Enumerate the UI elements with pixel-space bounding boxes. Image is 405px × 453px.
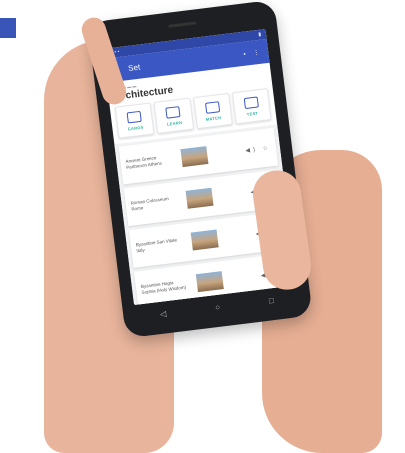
mode-match-button[interactable]: MATCH bbox=[192, 92, 233, 130]
more-icon[interactable]: ▪ ⋮ bbox=[243, 48, 262, 57]
speaker-icon[interactable]: ◀) bbox=[245, 146, 258, 153]
term-name: Ancient Greece Parthenon Athens bbox=[125, 155, 163, 170]
learn-icon bbox=[165, 105, 181, 119]
term-image bbox=[190, 229, 219, 251]
star-icon[interactable]: ☆ bbox=[262, 145, 271, 152]
term-name: Byzantine San Vitale Italy bbox=[135, 237, 178, 254]
mode-label: LEARN bbox=[166, 119, 183, 127]
term-name: Byzantine Hagia Sophia (Holy Wisdom) bbox=[140, 280, 187, 296]
match-icon bbox=[204, 100, 220, 114]
term-name: Roman Colosseum Rome bbox=[130, 196, 169, 212]
mode-cards-button[interactable]: CARDS bbox=[114, 102, 155, 139]
battery-icon: ▮ bbox=[257, 31, 262, 38]
cards-icon bbox=[126, 110, 142, 123]
mode-test-button[interactable]: TEST bbox=[231, 88, 272, 125]
term-image bbox=[185, 187, 214, 209]
mode-learn-button[interactable]: LEARN bbox=[153, 97, 194, 134]
back-triangle-icon[interactable]: ◁ bbox=[160, 309, 167, 319]
mode-label: CARDS bbox=[127, 124, 144, 131]
term-image bbox=[180, 146, 209, 168]
recents-square-icon[interactable]: □ bbox=[268, 296, 274, 306]
home-circle-icon[interactable]: ○ bbox=[215, 302, 221, 312]
photo-scene: • • • • ▮ ← Set ▪ ⋮ ▬ ▬ ● ▬ ▬ Architectu… bbox=[0, 0, 405, 453]
term-image bbox=[195, 271, 224, 293]
mode-label: TEST bbox=[246, 110, 259, 117]
test-icon bbox=[243, 95, 259, 109]
mode-label: MATCH bbox=[205, 114, 222, 122]
